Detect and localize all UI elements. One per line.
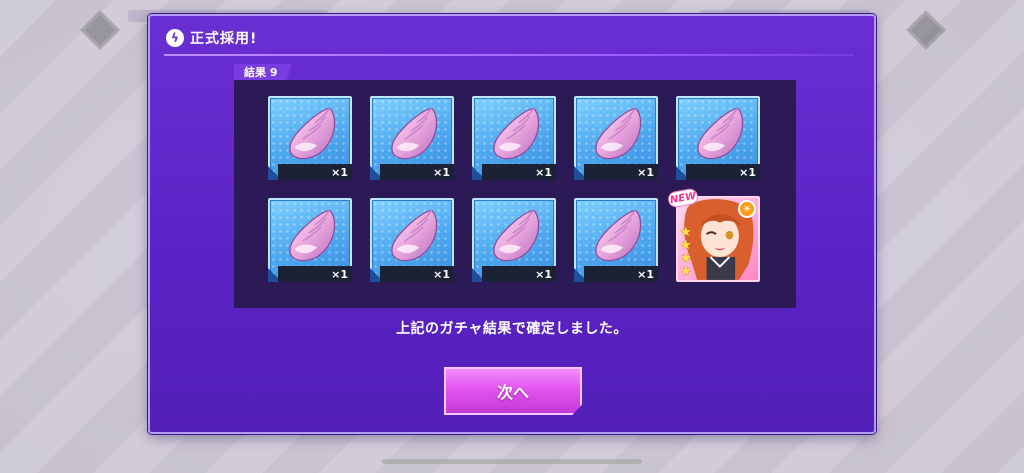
item-count-bar: ×1 — [482, 266, 556, 282]
result-item-shell[interactable]: ×1 — [472, 96, 556, 180]
result-item-shell[interactable]: ×1 — [268, 96, 352, 180]
conch-shell-icon — [493, 209, 540, 262]
dialog-header: ϟ 正式採用! — [166, 24, 257, 52]
conch-shell-icon — [697, 107, 744, 160]
next-button[interactable]: 次へ — [444, 367, 582, 415]
item-count-bar: ×1 — [380, 164, 454, 180]
item-count-bar: ×1 — [278, 164, 352, 180]
conch-shell-icon — [289, 107, 336, 160]
result-item-character-card[interactable]: ★ ★ ★ ★ ☀ — [676, 196, 760, 282]
conch-shell-icon — [595, 107, 642, 160]
header-divider — [164, 54, 854, 56]
rarity-stars: ★ ★ ★ ★ — [680, 226, 692, 278]
item-count: ×1 — [637, 268, 654, 281]
gacha-result-dialog: ϟ 正式採用! 結果 9 ×1 ×1 ×1 ×1 ×1 ×1 ×1 ×1 ×1 … — [148, 14, 876, 434]
bolt-icon: ϟ — [166, 29, 184, 47]
item-count-bar: ×1 — [278, 266, 352, 282]
conch-shell-icon — [391, 107, 438, 160]
item-count-bar: ×1 — [380, 266, 454, 282]
item-count: ×1 — [331, 166, 348, 179]
item-count: ×1 — [637, 166, 654, 179]
result-item-shell[interactable]: ×1 — [574, 96, 658, 180]
results-count-label: 結果 9 — [234, 64, 292, 80]
conch-shell-icon — [595, 209, 642, 262]
result-item-shell[interactable]: ×1 — [370, 198, 454, 282]
item-count: ×1 — [739, 166, 756, 179]
conch-shell-icon — [391, 209, 438, 262]
item-count-bar: ×1 — [482, 164, 556, 180]
results-count-text: 結果 9 — [244, 66, 278, 79]
home-indicator[interactable] — [382, 459, 642, 464]
item-count: ×1 — [433, 268, 450, 281]
item-count-bar: ×1 — [686, 164, 760, 180]
conch-shell-icon — [493, 107, 540, 160]
attribute-sun-icon: ☀ — [738, 200, 756, 218]
result-item-shell[interactable]: ×1 — [472, 198, 556, 282]
item-count-bar: ×1 — [584, 164, 658, 180]
dialog-title: 正式採用! — [190, 31, 258, 47]
result-item-shell[interactable]: ×1 — [268, 198, 352, 282]
result-item-shell[interactable]: ×1 — [574, 198, 658, 282]
results-panel: ×1 ×1 ×1 ×1 ×1 ×1 ×1 ×1 ×1 ★ ★ ★ ★ ☀ NEW — [234, 80, 796, 308]
confirmation-message: 上記のガチャ結果で確定しました。 — [396, 321, 628, 337]
result-item-shell[interactable]: ×1 — [676, 96, 760, 180]
item-count: ×1 — [535, 268, 552, 281]
result-item-shell[interactable]: ×1 — [370, 96, 454, 180]
item-count: ×1 — [331, 268, 348, 281]
star-icon: ★ — [680, 264, 692, 279]
conch-shell-icon — [289, 209, 336, 262]
item-count: ×1 — [433, 166, 450, 179]
item-count-bar: ×1 — [584, 266, 658, 282]
item-count: ×1 — [535, 166, 552, 179]
